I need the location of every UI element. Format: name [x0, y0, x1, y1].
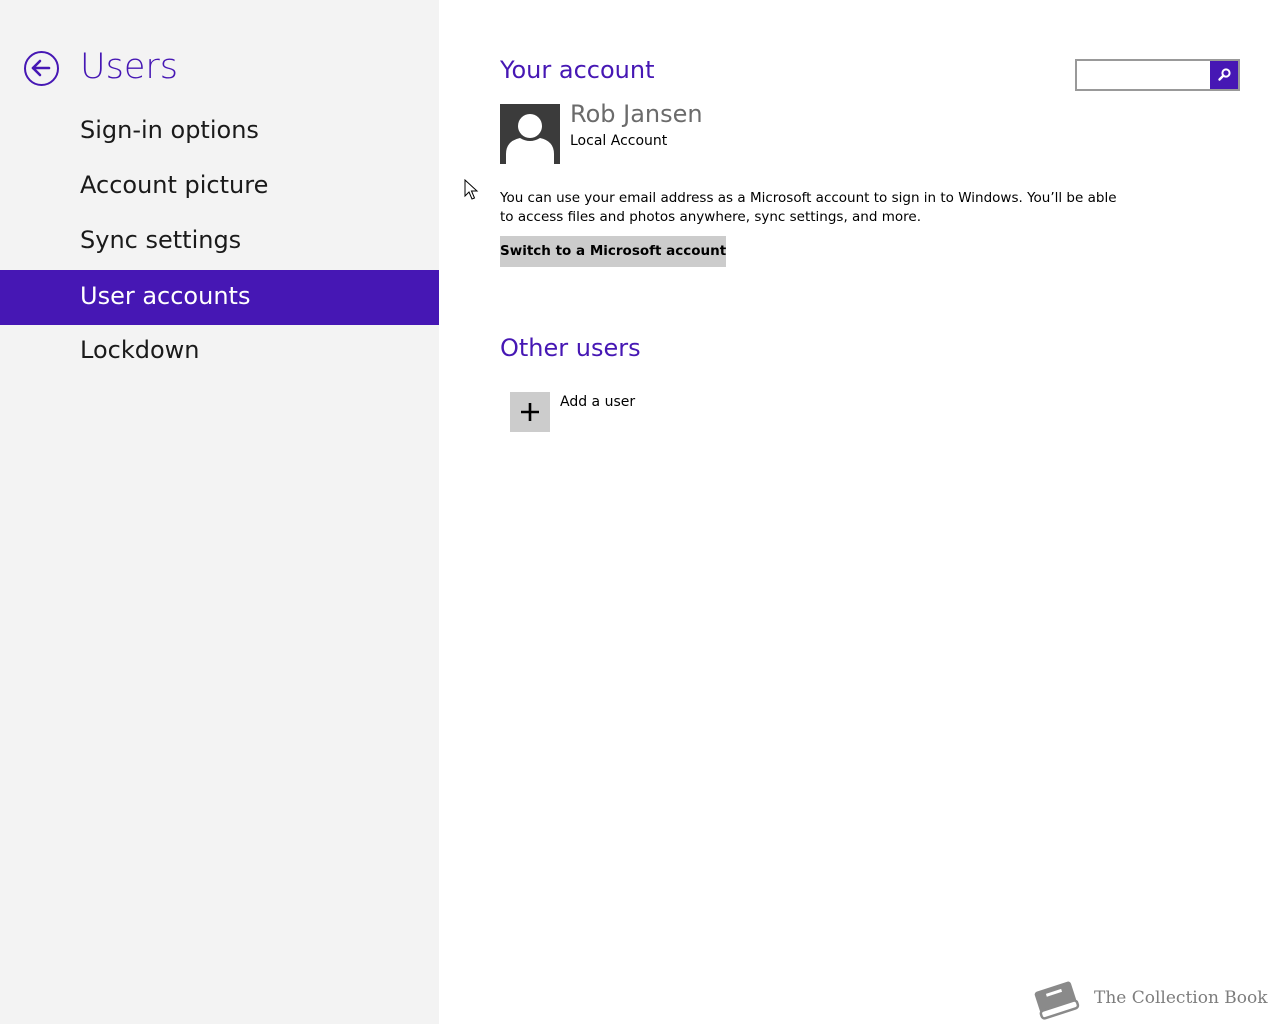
other-users-heading: Other users [500, 334, 641, 362]
account-description: You can use your email address as a Micr… [500, 190, 1117, 225]
nav-item-sign-in-options[interactable]: Sign-in options [0, 104, 439, 159]
nav-item-label: User accounts [80, 282, 251, 310]
back-button[interactable] [24, 51, 59, 86]
page-title: Users [80, 47, 179, 87]
switch-to-microsoft-account-button[interactable]: Switch to a Microsoft account [500, 236, 726, 267]
add-user-tile [510, 392, 550, 432]
your-account-heading: Your account [500, 56, 655, 84]
add-user-label: Add a user [560, 394, 636, 410]
nav-item-lockdown[interactable]: Lockdown [0, 324, 439, 379]
user-name: Rob Jansen [570, 100, 703, 128]
watermark-text: The Collection Book [1094, 988, 1268, 1008]
nav-item-label: Sign-in options [80, 116, 259, 144]
nav-item-label: Account picture [80, 171, 269, 199]
back-arrow-icon [31, 59, 51, 77]
nav-item-account-picture[interactable]: Account picture [0, 159, 439, 214]
plus-icon [521, 403, 539, 421]
sidebar: Users Sign-in options Account picture Sy… [0, 0, 439, 1024]
account-type: Local Account [570, 133, 668, 149]
nav-item-label: Lockdown [80, 336, 200, 364]
watermark: The Collection Book [1028, 974, 1273, 1024]
nav-item-user-accounts[interactable]: User accounts [0, 270, 439, 325]
search-box [1075, 59, 1240, 91]
add-user-button[interactable]: Add a user [510, 392, 670, 432]
search-button[interactable] [1210, 61, 1238, 89]
nav-item-label: Sync settings [80, 226, 242, 254]
nav-item-sync-settings[interactable]: Sync settings [0, 214, 439, 269]
book-icon [1034, 981, 1080, 1020]
search-input[interactable] [1077, 61, 1210, 89]
user-silhouette-icon [506, 114, 554, 164]
account-avatar [500, 104, 560, 164]
search-icon [1218, 68, 1231, 81]
mouse-cursor-icon [464, 179, 479, 200]
